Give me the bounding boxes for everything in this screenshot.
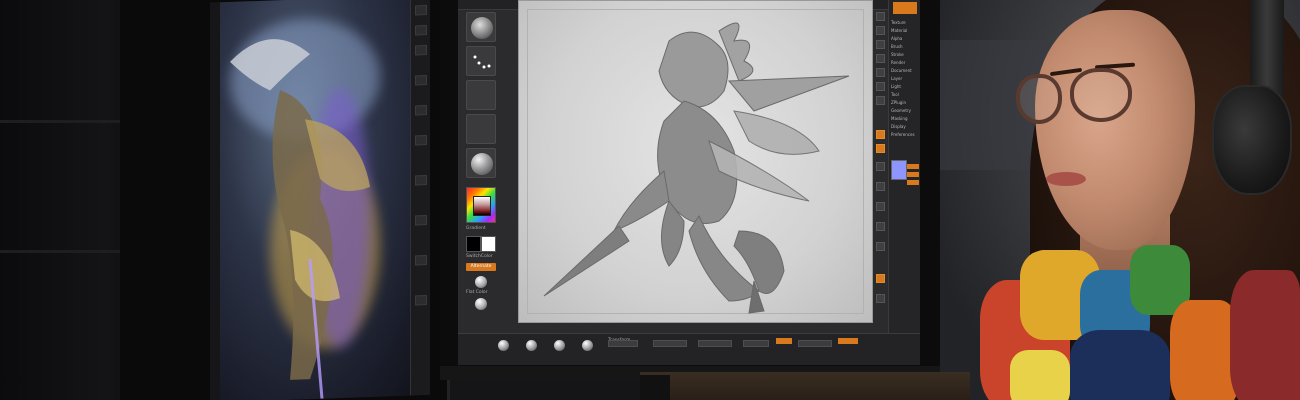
sculpted-model: [543, 22, 850, 314]
monitor-stand: [640, 375, 670, 400]
color-picker-gradient[interactable]: [473, 196, 491, 216]
eyeglasses-left-lens: [1016, 74, 1062, 124]
secondary-color-swatch[interactable]: [481, 236, 496, 252]
panel-toggle[interactable]: [907, 164, 919, 169]
alpha-thumbnail[interactable]: [466, 80, 496, 110]
sculpt-canvas[interactable]: [518, 0, 873, 323]
shelf-line: [0, 120, 140, 123]
panel-row[interactable]: Document: [891, 68, 919, 73]
panel-row[interactable]: Brush: [891, 44, 919, 49]
gradient-label: Gradient: [466, 226, 486, 231]
switch-color-label: SwitchColor: [466, 254, 493, 259]
tool-icon[interactable]: [876, 40, 885, 49]
panel-row[interactable]: Geometry: [891, 108, 919, 113]
panel-row[interactable]: Display: [891, 124, 919, 129]
panel-row[interactable]: ZPlugin: [891, 100, 919, 105]
panel-row[interactable]: Alpha: [891, 36, 919, 41]
active-tool-icon[interactable]: [876, 144, 885, 153]
alternate-button[interactable]: Alternate: [466, 263, 496, 271]
panel-color-swatch[interactable]: [891, 160, 907, 180]
panel-row[interactable]: Tool: [891, 92, 919, 97]
tool-icon[interactable]: [876, 12, 885, 21]
texture-thumbnail[interactable]: [466, 114, 496, 144]
panel-row[interactable]: Layer: [891, 76, 919, 81]
bottom-tool-sphere[interactable]: [582, 340, 593, 351]
sketch-sphere[interactable]: [475, 298, 487, 310]
tool-icon[interactable]: [876, 54, 885, 63]
photo-scene: Gradient SwitchColor Alternate Flat Colo…: [0, 0, 1300, 400]
right-palette-panel: Texture Material Alpha Brush Stroke Rend…: [888, 0, 920, 365]
tool-icon[interactable]: [876, 26, 885, 35]
left-monitor: [120, 0, 450, 400]
panel-toggle[interactable]: [907, 180, 919, 185]
headphones-icon: [1212, 85, 1292, 195]
stroke-thumbnail[interactable]: [466, 46, 496, 76]
tool-icon[interactable]: [876, 82, 885, 91]
bottom-tool-sphere[interactable]: [526, 340, 537, 351]
panel-row[interactable]: Stroke: [891, 52, 919, 57]
tool-icon[interactable]: [876, 294, 885, 303]
brush-thumbnail[interactable]: [466, 12, 496, 42]
eyeglasses-right-lens: [1070, 68, 1132, 122]
left-monitor-screen: [210, 0, 430, 400]
main-monitor: Gradient SwitchColor Alternate Flat Colo…: [440, 0, 940, 380]
left-tool-shelf: Gradient SwitchColor Alternate Flat Colo…: [466, 12, 498, 312]
tool-icon[interactable]: [876, 242, 885, 251]
bottom-slider[interactable]: [698, 340, 732, 347]
bottom-tool-sphere[interactable]: [498, 340, 509, 351]
bottom-shelf: Transform: [458, 333, 920, 365]
active-tool-icon[interactable]: [876, 130, 885, 139]
tool-icon[interactable]: [876, 222, 885, 231]
bottom-tool-sphere[interactable]: [554, 340, 565, 351]
bottom-toggle[interactable]: [838, 338, 858, 344]
person-lips: [1046, 172, 1086, 186]
panel-header-button[interactable]: [893, 2, 917, 14]
panel-row[interactable]: Preferences: [891, 132, 919, 137]
bottom-toggle[interactable]: [776, 338, 792, 344]
panel-row[interactable]: Masking: [891, 116, 919, 121]
left-monitor-toolbar: [410, 0, 430, 396]
tool-icon[interactable]: [876, 162, 885, 171]
flat-color-sphere[interactable]: [475, 276, 487, 288]
desk: [640, 372, 970, 400]
panel-row[interactable]: Texture: [891, 20, 919, 25]
flat-color-label: Flat Color: [466, 290, 488, 295]
color-picker[interactable]: [466, 187, 496, 223]
bottom-slider[interactable]: [743, 340, 769, 347]
panel-row[interactable]: Material: [891, 28, 919, 33]
color-swatches[interactable]: [466, 236, 496, 252]
sculpting-app-window: Gradient SwitchColor Alternate Flat Colo…: [458, 0, 920, 365]
panel-row[interactable]: Light: [891, 84, 919, 89]
tool-icon[interactable]: [876, 68, 885, 77]
stroke-dots-icon: [473, 55, 491, 69]
right-icon-column: [876, 12, 886, 312]
bottom-slider[interactable]: [798, 340, 832, 347]
patterned-scarf: [980, 240, 1300, 400]
creature-artwork: [230, 39, 370, 399]
shelf-line: [0, 250, 140, 253]
panel-row[interactable]: Render: [891, 60, 919, 65]
main-color-swatch[interactable]: [466, 236, 481, 252]
tool-icon[interactable]: [876, 202, 885, 211]
material-thumbnail[interactable]: [466, 148, 496, 178]
active-tool-icon[interactable]: [876, 274, 885, 283]
panel-toggle[interactable]: [907, 172, 919, 177]
bottom-slider[interactable]: [608, 340, 638, 347]
tool-icon[interactable]: [876, 182, 885, 191]
bottom-slider[interactable]: [653, 340, 687, 347]
tool-icon[interactable]: [876, 96, 885, 105]
